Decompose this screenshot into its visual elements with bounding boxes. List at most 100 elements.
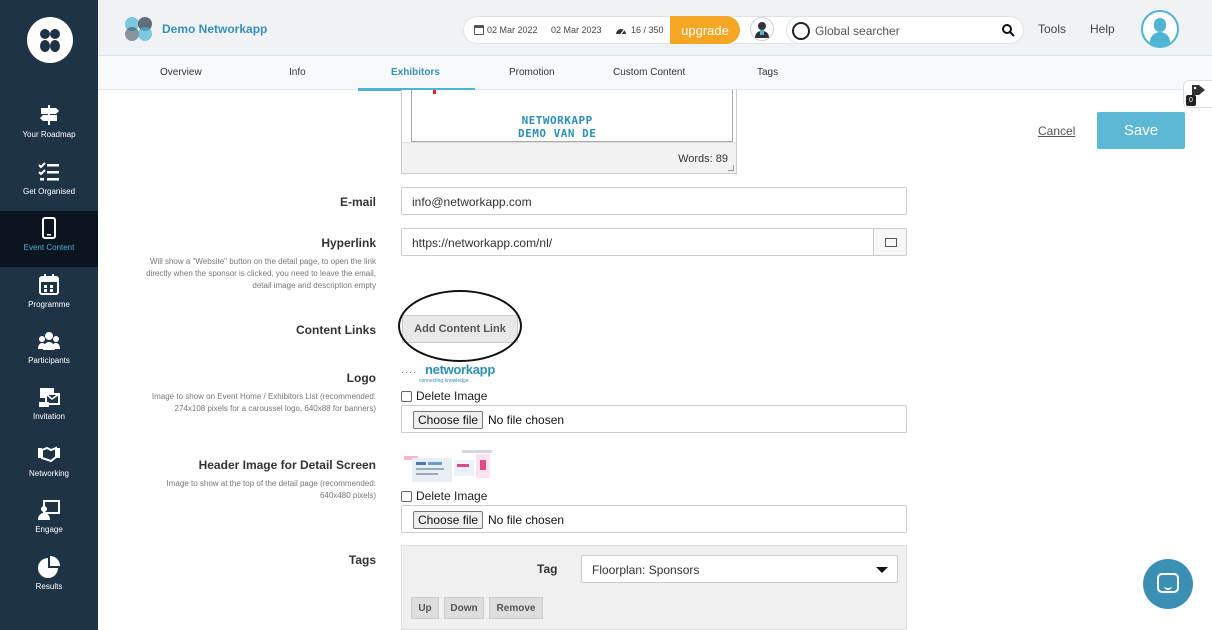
event-dates: 02 Mar 2022 02 Mar 2023 16 / 350 — [463, 16, 839, 44]
choose-file-button[interactable]: Choose file — [413, 511, 484, 529]
nav-your-roadmap[interactable]: Your Roadmap — [0, 98, 98, 154]
user-avatar[interactable] — [1141, 10, 1179, 48]
support-agent-icon[interactable] — [750, 17, 774, 41]
file-status: No file chosen — [488, 513, 565, 527]
preview-line-1: NETWORKAPP — [521, 114, 593, 127]
tag-select-label: Tag — [537, 562, 558, 576]
tab-custom-content[interactable]: Custom Content — [613, 67, 685, 78]
logo-tagline: connecting knowledge — [419, 378, 469, 384]
hyperlink-label: Hyperlink — [321, 236, 376, 250]
nav-label: Networking — [28, 469, 69, 478]
image-icon — [885, 238, 897, 247]
end-date: 02 Mar 2023 — [551, 25, 602, 35]
avatar-body — [1150, 32, 1170, 46]
choose-file-button[interactable]: Choose file — [413, 411, 484, 429]
tab-tags[interactable]: Tags — [757, 67, 778, 78]
global-search[interactable]: Global searcher — [786, 16, 1024, 44]
nav-event-content[interactable]: Event Content — [0, 211, 98, 267]
globe-icon — [792, 22, 810, 40]
tab-info[interactable]: Info — [289, 67, 306, 78]
tags-label: Tags — [348, 553, 376, 567]
save-button[interactable]: Save — [1097, 112, 1185, 149]
word-count: Words: 89 — [678, 153, 728, 165]
tag-count-badge: 0 — [1186, 95, 1196, 106]
tag-down-button[interactable]: Down — [444, 597, 484, 619]
calendar-icon — [474, 25, 484, 35]
search-input[interactable]: Global searcher — [815, 24, 900, 38]
cancel-button[interactable]: Cancel — [1038, 124, 1075, 138]
chat-launcher[interactable] — [1143, 559, 1193, 609]
help-menu[interactable]: Help — [1090, 22, 1115, 36]
sidebar: Your Roadmap Get Organised Event Content… — [0, 0, 98, 630]
hyperlink-help: Will show a "Website" button on the deta… — [146, 257, 376, 290]
chevron-down-icon — [876, 567, 888, 573]
tab-exhibitors[interactable]: Exhibitors — [391, 67, 440, 78]
logo-help: Image to show on Event Home / Exhibitors… — [151, 392, 376, 413]
nav-label: Invitation — [32, 412, 66, 421]
tag-select-value: Floorplan: Sponsors — [592, 563, 700, 577]
usage-count: 16 / 350 — [631, 25, 664, 35]
mobile-icon — [42, 217, 56, 239]
logo-dots: ···· — [401, 367, 417, 377]
users-icon — [38, 332, 60, 350]
header-image-delete-checkbox[interactable]: Delete Image — [401, 489, 487, 503]
logo-text: networkapp — [425, 362, 495, 377]
preview-line-2: DEMO VAN DE — [518, 127, 597, 140]
resize-handle[interactable] — [728, 165, 734, 171]
tab-promotion[interactable]: Promotion — [509, 67, 555, 78]
nav-engage[interactable]: Engage — [0, 493, 98, 549]
nav-label: Engage — [35, 525, 63, 534]
nav-networking[interactable]: Networking — [0, 437, 98, 493]
email-field[interactable]: info@networkapp.com — [401, 187, 907, 215]
search-icon[interactable] — [1001, 23, 1015, 37]
upgrade-button[interactable]: upgrade — [670, 16, 740, 44]
nav-participants[interactable]: Participants — [0, 324, 98, 380]
logo-icon — [40, 29, 60, 52]
hyperlink-field[interactable]: https://networkapp.com/nl/ — [401, 228, 874, 256]
tools-menu[interactable]: Tools — [1038, 22, 1066, 36]
logo-file-input[interactable]: Choose file No file chosen — [401, 405, 907, 433]
app-logo[interactable] — [27, 17, 73, 63]
chat-icon — [1157, 573, 1179, 593]
editor-content[interactable]: NETWORKAPP DEMO VAN DE — [411, 90, 733, 142]
file-status: No file chosen — [488, 413, 565, 427]
avatar-head — [1154, 18, 1166, 32]
content-tabs: Overview Info Exhibitors Promotion Custo… — [98, 56, 1212, 91]
checkbox-icon[interactable] — [401, 390, 412, 402]
tags-panel: Tag Floorplan: Sponsors Up Down Remove — [401, 545, 907, 630]
checkbox-label: Delete Image — [416, 389, 488, 403]
nav-label: Results — [35, 582, 63, 591]
event-logo-icon — [125, 17, 152, 41]
header-image-label: Header Image for Detail Screen — [198, 458, 376, 472]
logo-preview: ···· networkapp connecting knowledge — [401, 362, 501, 388]
start-date: 02 Mar 2022 — [487, 25, 538, 35]
checklist-icon — [38, 162, 59, 181]
nav-label: Event Content — [23, 243, 75, 252]
description-editor[interactable]: NETWORKAPP DEMO VAN DE Words: 89 — [401, 90, 737, 174]
nav-get-organised[interactable]: Get Organised — [0, 155, 98, 211]
event-name[interactable]: Demo Networkapp — [162, 22, 267, 36]
editor-preview-text: NETWORKAPP DEMO VAN DE — [518, 114, 596, 140]
checkbox-icon[interactable] — [401, 490, 412, 502]
tag-up-button[interactable]: Up — [411, 597, 439, 619]
nav-invitation[interactable]: Invitation — [0, 380, 98, 436]
header-image-file-input[interactable]: Choose file No file chosen — [401, 505, 907, 533]
insert-image-button[interactable] — [873, 228, 907, 256]
presentation-icon — [38, 500, 60, 520]
nav-label: Programme — [28, 300, 70, 309]
invitation-icon — [39, 388, 60, 407]
nav-results[interactable]: Results — [0, 550, 98, 606]
nav-programme[interactable]: Programme — [0, 268, 98, 324]
nav-label: Get Organised — [22, 187, 76, 196]
tag-remove-button[interactable]: Remove — [489, 597, 543, 619]
editor-marker — [433, 90, 436, 94]
tag-panel-toggle[interactable]: 0 — [1183, 80, 1212, 108]
gauge-icon — [616, 29, 626, 35]
tab-overview[interactable]: Overview — [160, 67, 202, 78]
nav-label: Your Roadmap — [22, 130, 76, 139]
editor-footer: Words: 89 — [402, 142, 736, 173]
tag-select[interactable]: Floorplan: Sponsors — [581, 555, 898, 583]
handshake-icon — [38, 446, 60, 463]
checkbox-label: Delete Image — [416, 489, 488, 503]
logo-delete-checkbox[interactable]: Delete Image — [401, 389, 487, 403]
